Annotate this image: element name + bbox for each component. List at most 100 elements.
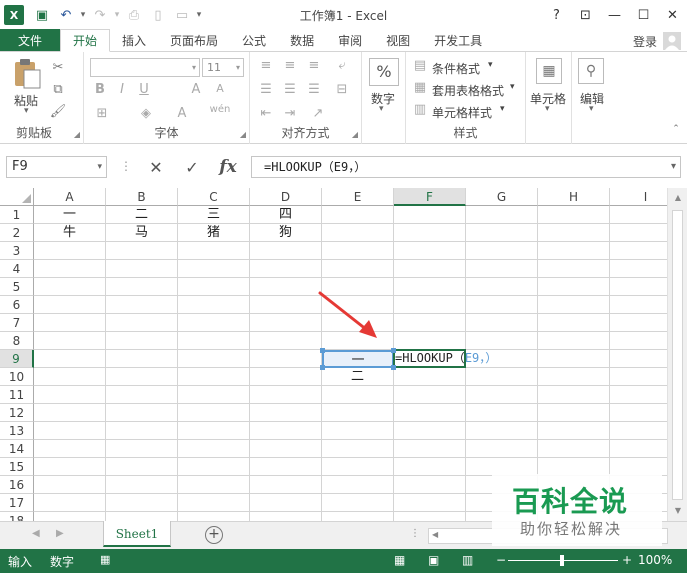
- cell-a6[interactable]: [34, 296, 106, 314]
- cell-d15[interactable]: [250, 458, 322, 476]
- cell-a4[interactable]: [34, 260, 106, 278]
- paste-dropdown-icon[interactable]: ▾: [24, 106, 29, 116]
- row-header-8[interactable]: 8: [0, 332, 34, 350]
- maximize-icon[interactable]: ☐: [629, 0, 658, 30]
- format-table-button[interactable]: 套用表格格式: [432, 82, 504, 99]
- cell-h9[interactable]: [538, 350, 610, 368]
- cell-g10[interactable]: [466, 368, 538, 386]
- cell-a8[interactable]: [34, 332, 106, 350]
- editing-dropdown-icon[interactable]: ▾: [589, 104, 594, 114]
- tab-view[interactable]: 视图: [374, 29, 422, 51]
- cell-c2[interactable]: 猪: [178, 224, 250, 242]
- cell-b11[interactable]: [106, 386, 178, 404]
- range-handle[interactable]: [320, 348, 325, 353]
- cell-e17[interactable]: [322, 494, 394, 512]
- cell-d5[interactable]: [250, 278, 322, 296]
- decrease-font-icon[interactable]: A: [210, 82, 230, 95]
- cell-d14[interactable]: [250, 440, 322, 458]
- cell-h8[interactable]: [538, 332, 610, 350]
- phonetic-icon[interactable]: wén: [208, 104, 232, 115]
- clipboard-launcher-icon[interactable]: ◢: [74, 130, 80, 139]
- macro-record-icon[interactable]: ▦: [100, 553, 110, 566]
- cell-e18[interactable]: [322, 512, 394, 521]
- row-header-13[interactable]: 13: [0, 422, 34, 440]
- cell-c10[interactable]: [178, 368, 250, 386]
- scroll-up-icon[interactable]: ▲: [668, 190, 687, 206]
- cell-c6[interactable]: [178, 296, 250, 314]
- cell-b16[interactable]: [106, 476, 178, 494]
- cell-g12[interactable]: [466, 404, 538, 422]
- cell-a5[interactable]: [34, 278, 106, 296]
- cell-f2[interactable]: [394, 224, 466, 242]
- cell-b10[interactable]: [106, 368, 178, 386]
- cell-e12[interactable]: [322, 404, 394, 422]
- customize-qat-icon[interactable]: ▾: [194, 3, 204, 27]
- cell-c14[interactable]: [178, 440, 250, 458]
- align-middle-icon[interactable]: ≡: [280, 58, 300, 73]
- wrap-text-icon[interactable]: ⤶: [332, 58, 352, 73]
- cell-a9[interactable]: [34, 350, 106, 368]
- sheet-next-icon[interactable]: ▶: [56, 528, 64, 539]
- row-header-14[interactable]: 14: [0, 440, 34, 458]
- cell-f15[interactable]: [394, 458, 466, 476]
- row-header-9[interactable]: 9: [0, 350, 34, 368]
- font-launcher-icon[interactable]: ◢: [240, 130, 246, 139]
- cell-e16[interactable]: [322, 476, 394, 494]
- row-header-6[interactable]: 6: [0, 296, 34, 314]
- cell-e2[interactable]: [322, 224, 394, 242]
- percent-icon[interactable]: %: [369, 58, 399, 86]
- name-box[interactable]: F9 ▾: [6, 156, 107, 178]
- cell-h10[interactable]: [538, 368, 610, 386]
- range-handle[interactable]: [391, 365, 396, 370]
- tab-developer[interactable]: 开发工具: [422, 29, 494, 51]
- row-header-17[interactable]: 17: [0, 494, 34, 512]
- cell-b14[interactable]: [106, 440, 178, 458]
- font-color-icon[interactable]: A: [172, 106, 192, 121]
- cell-h4[interactable]: [538, 260, 610, 278]
- column-header-d[interactable]: D: [250, 188, 322, 206]
- column-header-f[interactable]: F: [394, 188, 466, 206]
- cell-b8[interactable]: [106, 332, 178, 350]
- align-center-icon[interactable]: ☰: [280, 82, 300, 97]
- new-file-icon[interactable]: ▯: [146, 3, 170, 27]
- cell-d13[interactable]: [250, 422, 322, 440]
- cell-g11[interactable]: [466, 386, 538, 404]
- tab-home[interactable]: 开始: [60, 29, 111, 52]
- scroll-left-icon[interactable]: ◀: [432, 530, 438, 539]
- minimize-icon[interactable]: —: [600, 0, 629, 30]
- font-name-combo[interactable]: ▾: [90, 58, 200, 77]
- cell-d17[interactable]: [250, 494, 322, 512]
- page-break-view-icon[interactable]: ▥: [462, 553, 473, 567]
- cell-e14[interactable]: [322, 440, 394, 458]
- cell-e13[interactable]: [322, 422, 394, 440]
- sheet-prev-icon[interactable]: ◀: [32, 528, 40, 539]
- login-link[interactable]: 登录: [633, 33, 657, 50]
- cell-g13[interactable]: [466, 422, 538, 440]
- close-icon[interactable]: ✕: [658, 0, 687, 30]
- cell-g7[interactable]: [466, 314, 538, 332]
- cell-e11[interactable]: [322, 386, 394, 404]
- cell-g6[interactable]: [466, 296, 538, 314]
- align-left-icon[interactable]: ☰: [256, 82, 276, 97]
- cell-b13[interactable]: [106, 422, 178, 440]
- cell-f17[interactable]: [394, 494, 466, 512]
- tab-page-layout[interactable]: 页面布局: [158, 29, 230, 51]
- cell-h3[interactable]: [538, 242, 610, 260]
- worksheet-grid[interactable]: ABCDEFGHI 1 2 3 4 5 6 7 8 9 10 11 12 13 14 15 16 17 18 一二…: [0, 188, 687, 521]
- cell-f12[interactable]: [394, 404, 466, 422]
- column-header-b[interactable]: B: [106, 188, 178, 206]
- border-icon[interactable]: ⊞: [92, 106, 112, 121]
- tab-data[interactable]: 数据: [278, 29, 326, 51]
- undo-icon[interactable]: ↶: [54, 3, 78, 27]
- cell-c16[interactable]: [178, 476, 250, 494]
- font-size-combo[interactable]: 11 ▾: [202, 58, 244, 77]
- cell-a11[interactable]: [34, 386, 106, 404]
- cell-f10[interactable]: [394, 368, 466, 386]
- row-header-16[interactable]: 16: [0, 476, 34, 494]
- row-header-10[interactable]: 10: [0, 368, 34, 386]
- cell-e15[interactable]: [322, 458, 394, 476]
- cell-g8[interactable]: [466, 332, 538, 350]
- align-top-icon[interactable]: ≡: [256, 58, 276, 73]
- cell-f9[interactable]: =HLOOKUP（E9，）: [394, 350, 497, 368]
- cell-a18[interactable]: [34, 512, 106, 521]
